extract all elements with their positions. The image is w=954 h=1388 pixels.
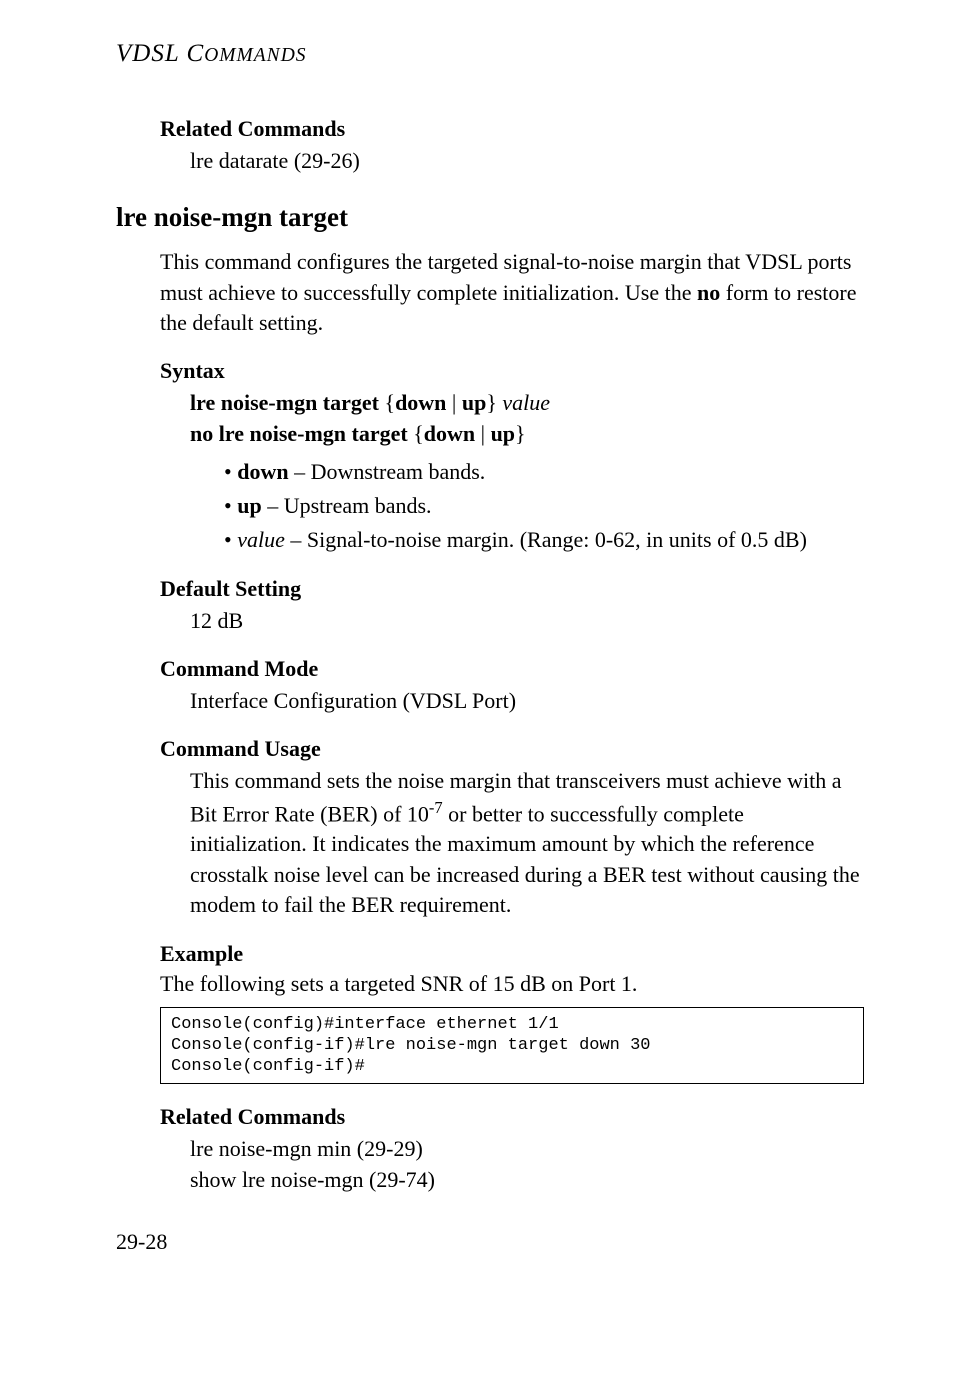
syntax-bullets: down – Downstream bands. up – Upstream b… [224,456,864,556]
syntax-l2-p2: | [475,421,490,446]
syntax-l1-p1: { [379,390,395,415]
syntax-line-2: no lre noise-mgn target {down | up} [190,419,864,450]
syntax-l1-i: value [502,390,550,415]
usage-sup: -7 [429,798,443,817]
syntax-block: lre noise-mgn target {down | up} value n… [190,388,864,450]
related-bottom-line2: show lre noise-mgn (29-74) [190,1165,864,1195]
syntax-l1-b3: up [462,390,486,415]
intro-paragraph: This command configures the targeted sig… [160,247,864,338]
heading-syntax: Syntax [160,358,864,384]
heading-related-commands-top: Related Commands [160,116,864,142]
syntax-l2-p3: } [515,421,526,446]
related-top-line: lre datarate (29-26) [190,146,864,176]
running-header: VDSL COMMANDS [116,40,864,68]
syntax-line-1: lre noise-mgn target {down | up} value [190,388,864,419]
bullet-down-bold: down [237,459,288,484]
syntax-l1-b2: down [395,390,446,415]
list-item: value – Signal-to-noise margin. (Range: … [224,524,864,556]
heading-command: lre noise-mgn target [116,202,864,233]
heading-command-mode: Command Mode [160,656,864,682]
example-intro: The following sets a targeted SNR of 15 … [160,971,864,997]
command-mode-value: Interface Configuration (VDSL Port) [190,686,864,716]
heading-related-commands-bottom: Related Commands [160,1104,864,1130]
related-bottom-line1: lre noise-mgn min (29-29) [190,1134,864,1164]
heading-default-setting: Default Setting [160,576,864,602]
intro-bold-no: no [697,280,720,305]
page-number: 29-28 [116,1229,864,1255]
syntax-l1-p3: } [486,390,502,415]
syntax-l2-b2: down [424,421,475,446]
bullet-value-ital: value [237,527,285,552]
syntax-l1-b1: lre noise-mgn target [190,390,379,415]
heading-example: Example [160,941,864,967]
list-item: up – Upstream bands. [224,490,864,522]
syntax-l2-b1: no lre noise-mgn target [190,421,408,446]
bullet-down-rest: – Downstream bands. [289,459,486,484]
syntax-l2-b3: up [491,421,515,446]
bullet-up-rest: – Upstream bands. [262,493,432,518]
bullet-value-rest: – Signal-to-noise margin. (Range: 0-62, … [285,527,807,552]
bullet-up-bold: up [237,493,261,518]
default-value: 12 dB [190,606,864,636]
list-item: down – Downstream bands. [224,456,864,488]
code-block: Console(config)#interface ethernet 1/1 C… [160,1007,864,1085]
syntax-l1-p2: | [446,390,461,415]
usage-paragraph: This command sets the noise margin that … [190,766,864,920]
running-header-text: VDSL COMMANDS [116,40,307,67]
heading-command-usage: Command Usage [160,736,864,762]
syntax-l2-p1: { [408,421,424,446]
